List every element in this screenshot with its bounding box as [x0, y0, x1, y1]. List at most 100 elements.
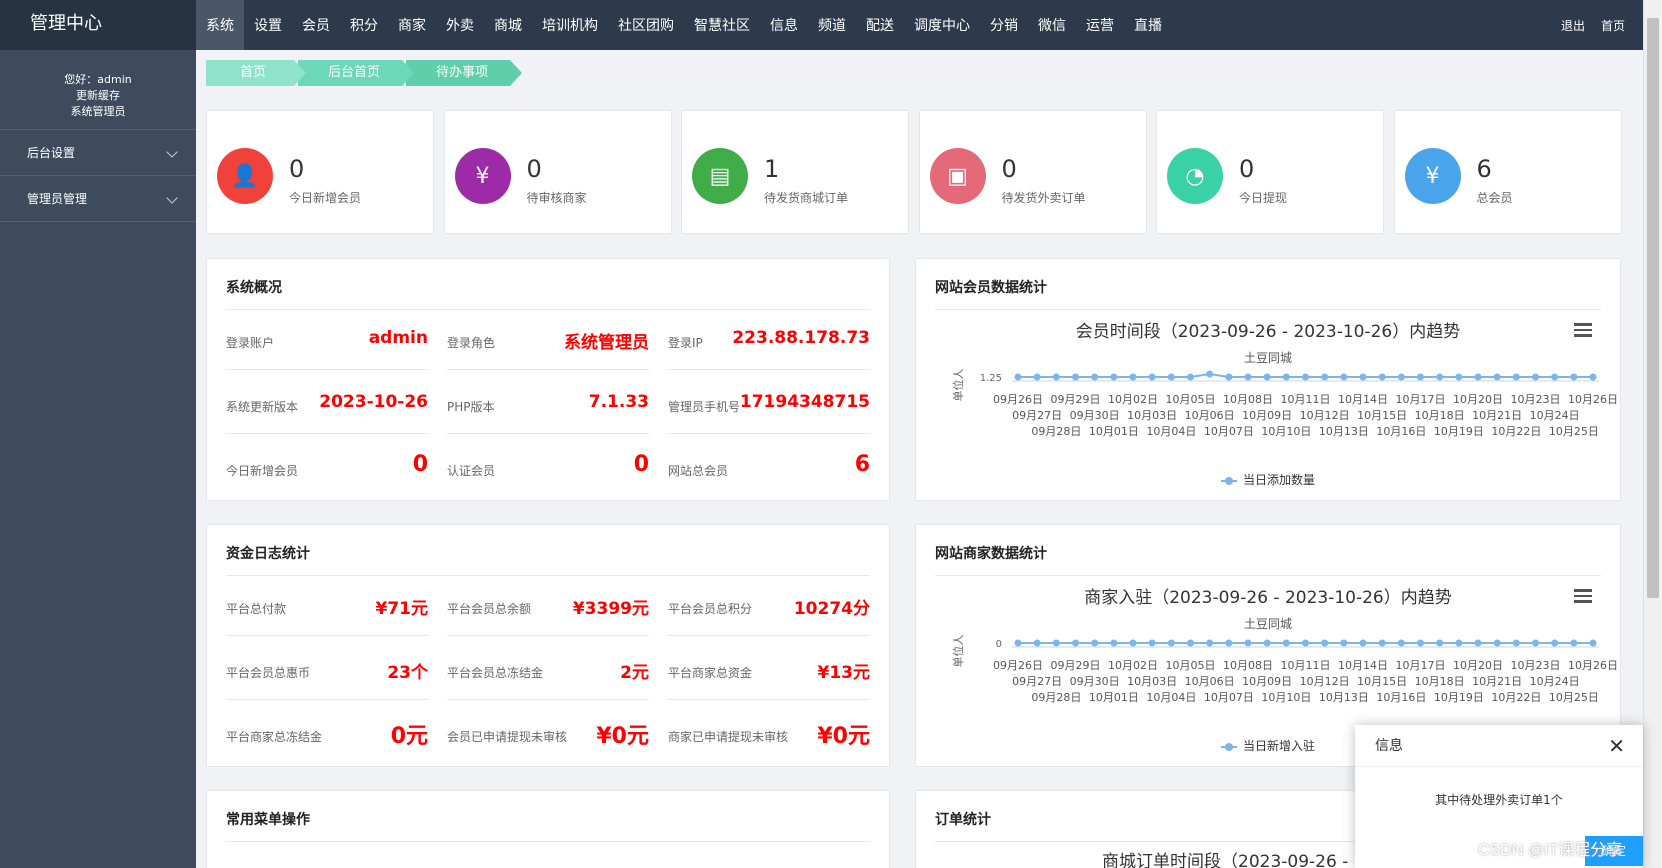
data-point[interactable]	[1091, 639, 1099, 647]
data-point[interactable]	[1417, 373, 1424, 381]
data-point[interactable]	[1033, 639, 1041, 647]
data-point[interactable]	[1340, 639, 1348, 647]
data-point[interactable]	[1474, 373, 1482, 381]
data-point[interactable]	[1263, 639, 1271, 647]
nav-item[interactable]: 商城	[484, 0, 532, 50]
data-point[interactable]	[1244, 373, 1252, 381]
data-point[interactable]	[1187, 373, 1194, 381]
data-point[interactable]	[1474, 639, 1482, 647]
data-point[interactable]	[1052, 639, 1060, 647]
data-point[interactable]	[1072, 639, 1079, 647]
breadcrumb-dashboard[interactable]: 后台首页	[298, 60, 415, 86]
data-point[interactable]	[1129, 639, 1137, 647]
nav-item[interactable]: 商家	[388, 0, 436, 50]
stat-card[interactable]: ¥0 待审核商家	[443, 110, 672, 234]
nav-item[interactable]: 频道	[808, 0, 856, 50]
chart-legend[interactable]: 当日添加数量	[916, 471, 1620, 488]
data-point[interactable]	[1033, 373, 1041, 381]
data-point[interactable]	[1225, 639, 1233, 647]
data-point[interactable]	[1532, 373, 1539, 381]
data-point[interactable]	[1378, 373, 1386, 381]
data-point[interactable]	[1589, 373, 1597, 381]
data-point[interactable]	[1282, 639, 1290, 647]
sidebar-item-admin-management[interactable]: 管理员管理	[0, 176, 196, 222]
data-point[interactable]	[1206, 639, 1214, 647]
data-point[interactable]	[1512, 639, 1520, 647]
nav-item[interactable]: 会员	[292, 0, 340, 50]
data-point[interactable]	[1397, 373, 1405, 381]
data-point[interactable]	[1436, 373, 1444, 381]
data-point[interactable]	[1148, 639, 1156, 647]
breadcrumb-home[interactable]: 首页	[206, 60, 307, 86]
nav-item[interactable]: 系统	[196, 0, 244, 50]
data-point[interactable]	[1263, 373, 1271, 381]
data-point[interactable]	[1148, 373, 1156, 381]
data-point[interactable]	[1589, 639, 1597, 647]
data-point[interactable]	[1340, 373, 1348, 381]
data-point[interactable]	[1244, 639, 1252, 647]
home-link[interactable]: 首页	[1601, 0, 1625, 50]
stat-card[interactable]: ¥6 总会员	[1393, 110, 1622, 234]
data-point[interactable]	[1455, 639, 1463, 647]
nav-item[interactable]: 配送	[856, 0, 904, 50]
nav-item[interactable]: 外卖	[436, 0, 484, 50]
stat-card[interactable]: 👤 0 今日新增会员	[206, 110, 434, 234]
data-point[interactable]	[1225, 373, 1233, 381]
data-point[interactable]	[1493, 639, 1501, 647]
data-point[interactable]	[1302, 373, 1309, 381]
data-point[interactable]	[1570, 373, 1578, 381]
stat-card[interactable]: ▣ 0 待发货外卖订单	[918, 110, 1147, 234]
data-point[interactable]	[1187, 639, 1194, 647]
nav-item[interactable]: 社区团购	[608, 0, 684, 50]
data-point[interactable]	[1052, 373, 1060, 381]
nav-item[interactable]: 直播	[1124, 0, 1172, 50]
data-point[interactable]	[1014, 639, 1022, 647]
nav-item[interactable]: 信息	[760, 0, 808, 50]
refresh-cache-link[interactable]: 更新缓存	[0, 88, 196, 104]
data-point[interactable]	[1397, 639, 1405, 647]
page-scrollbar[interactable]	[1643, 0, 1662, 868]
x-tick-label: 10月26日	[1568, 393, 1618, 406]
data-point[interactable]	[1167, 373, 1175, 381]
nav-item[interactable]: 培训机构	[532, 0, 608, 50]
sidebar-item-backend-settings[interactable]: 后台设置	[0, 130, 196, 176]
data-point[interactable]	[1110, 373, 1118, 381]
data-point[interactable]	[1072, 373, 1079, 381]
nav-item[interactable]: 微信	[1028, 0, 1076, 50]
data-point[interactable]	[1091, 373, 1099, 381]
data-point[interactable]	[1417, 639, 1424, 647]
data-point[interactable]	[1512, 373, 1520, 381]
data-point[interactable]	[1570, 639, 1578, 647]
data-point[interactable]	[1167, 639, 1175, 647]
data-point[interactable]	[1551, 373, 1559, 381]
data-point[interactable]	[1321, 373, 1329, 381]
close-icon[interactable]: ✕	[1608, 725, 1625, 767]
data-point[interactable]	[1014, 373, 1022, 381]
nav-item[interactable]: 智慧社区	[684, 0, 760, 50]
data-point[interactable]	[1321, 639, 1329, 647]
data-point[interactable]	[1302, 639, 1309, 647]
scrollbar-thumb[interactable]	[1647, 18, 1659, 598]
nav-item[interactable]: 设置	[244, 0, 292, 50]
logout-link[interactable]: 退出	[1561, 0, 1585, 50]
data-point[interactable]	[1551, 639, 1559, 647]
stat-card[interactable]: ▤ 1 待发货商城订单	[681, 110, 909, 234]
data-point[interactable]	[1436, 639, 1444, 647]
stat-card[interactable]: ◔ 0 今日提现	[1156, 110, 1384, 234]
nav-item[interactable]: 运营	[1076, 0, 1124, 50]
nav-item[interactable]: 分销	[980, 0, 1028, 50]
nav-item[interactable]: 调度中心	[904, 0, 980, 50]
data-point[interactable]	[1493, 373, 1501, 381]
data-point[interactable]	[1129, 373, 1137, 381]
data-point[interactable]	[1378, 639, 1386, 647]
data-point[interactable]	[1359, 639, 1367, 647]
nav-item[interactable]: 积分	[340, 0, 388, 50]
data-point[interactable]	[1455, 373, 1463, 381]
breadcrumb-todo[interactable]: 待办事项	[406, 60, 523, 86]
data-point[interactable]	[1359, 373, 1367, 381]
data-point[interactable]	[1110, 639, 1118, 647]
data-point[interactable]	[1282, 373, 1290, 381]
data-point[interactable]	[1532, 639, 1539, 647]
data-point[interactable]	[1206, 370, 1214, 378]
stat-val: 223.88.178.73	[732, 328, 870, 348]
